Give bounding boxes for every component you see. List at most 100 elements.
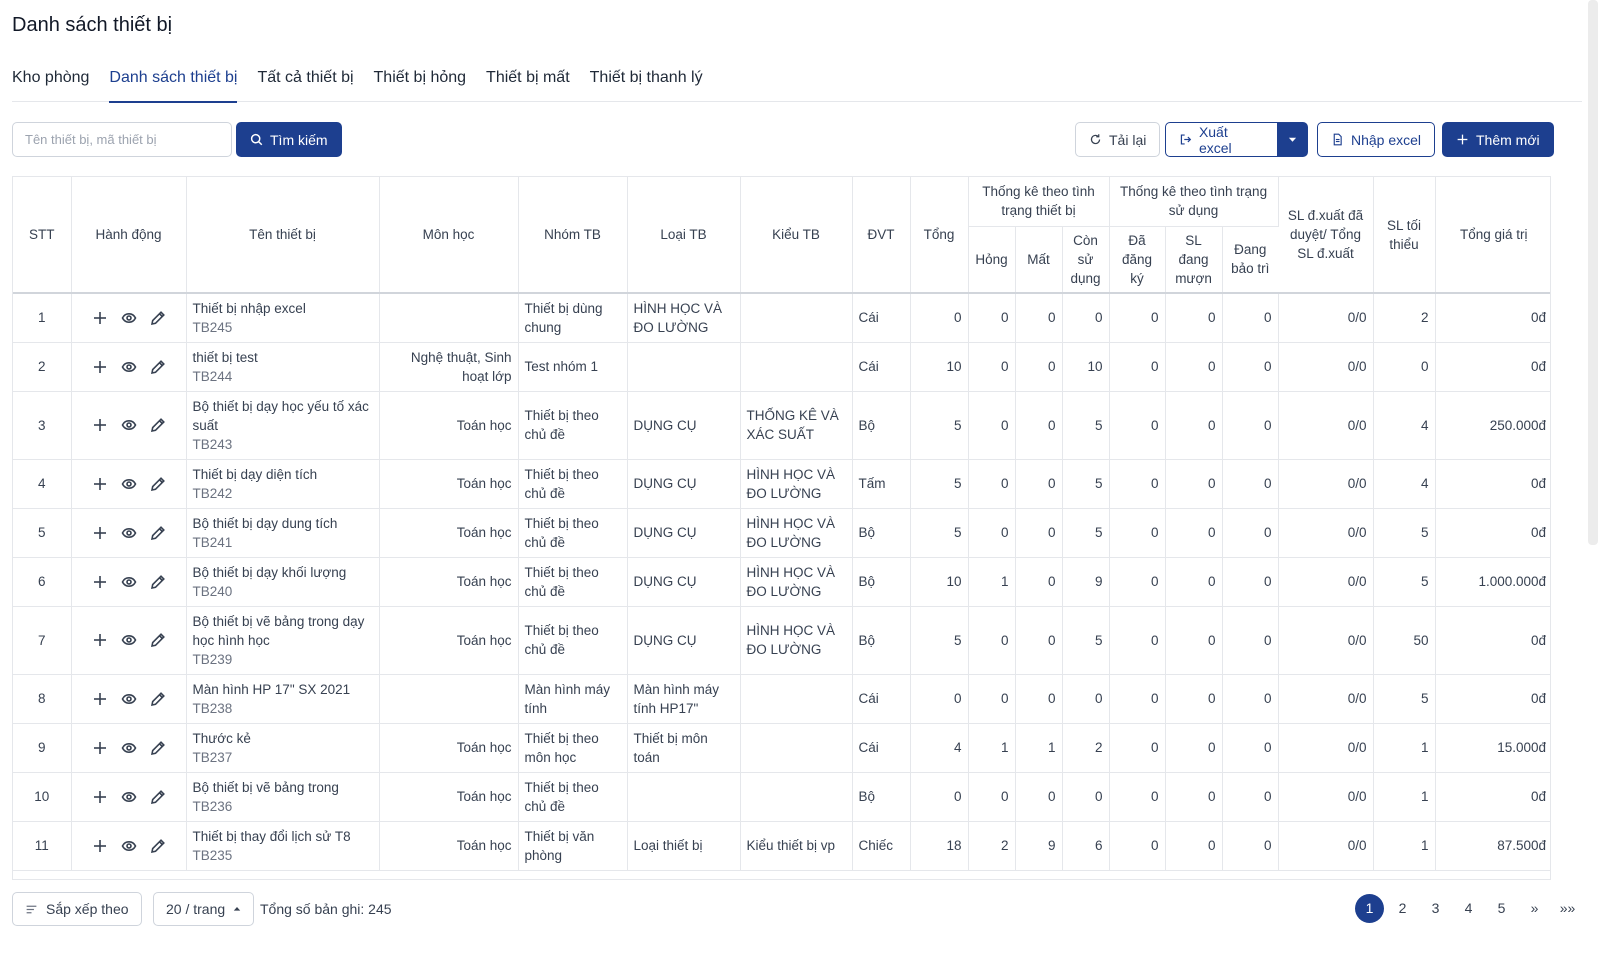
cell-type: Loại thiết bị: [627, 821, 741, 871]
cell-total: 5: [910, 606, 969, 675]
cell-borrowed: 0: [1165, 723, 1223, 773]
equipment-code: TB238: [192, 700, 233, 716]
cell-borrowed: 0: [1165, 557, 1223, 607]
sort-button[interactable]: Sắp xếp theo: [12, 892, 142, 926]
add-row-icon[interactable]: [91, 632, 108, 649]
tab-1[interactable]: Kho phòng: [12, 66, 99, 102]
view-icon[interactable]: [120, 475, 137, 492]
edit-icon[interactable]: [149, 475, 166, 492]
cell-usable: 5: [1062, 606, 1110, 675]
view-icon[interactable]: [120, 788, 137, 805]
cell-usable: 9: [1062, 557, 1110, 607]
tab-2[interactable]: Danh sách thiết bị: [99, 66, 247, 103]
cell-group: Thiết bị theo chủ đề: [518, 772, 628, 822]
page-2[interactable]: 2: [1388, 894, 1417, 923]
cell-actions: [71, 508, 187, 558]
cell-export-ratio: 0/0: [1278, 342, 1374, 392]
view-icon[interactable]: [120, 573, 137, 590]
view-icon[interactable]: [120, 524, 137, 541]
cell-style: HÌNH HỌC VÀ ĐO LƯỜNG: [740, 606, 853, 675]
cell-group: Thiết bị theo môn học: [518, 723, 628, 773]
add-row-icon[interactable]: [91, 358, 108, 375]
tab-6[interactable]: Thiết bị thanh lý: [580, 66, 713, 102]
page-5[interactable]: 5: [1487, 894, 1516, 923]
page-3[interactable]: 3: [1421, 894, 1450, 923]
page-4[interactable]: 4: [1454, 894, 1483, 923]
edit-icon[interactable]: [149, 309, 166, 326]
add-row-icon[interactable]: [91, 475, 108, 492]
export-dropdown-button[interactable]: [1277, 122, 1308, 157]
header-subject: Môn học: [379, 177, 519, 294]
add-row-icon[interactable]: [91, 837, 108, 854]
cell-export-ratio: 0/0: [1278, 557, 1374, 607]
add-row-icon[interactable]: [91, 690, 108, 707]
cell-total-value: 0đ: [1435, 606, 1550, 675]
next-page-button[interactable]: »: [1520, 894, 1549, 923]
view-icon[interactable]: [120, 690, 137, 707]
view-icon[interactable]: [120, 837, 137, 854]
edit-icon[interactable]: [149, 690, 166, 707]
view-icon[interactable]: [120, 309, 137, 326]
header-total: Tổng: [910, 177, 969, 294]
export-excel-button[interactable]: Xuất excel: [1165, 122, 1278, 157]
cell-total: 0: [910, 293, 969, 343]
cell-actions: [71, 459, 187, 509]
import-excel-button[interactable]: Nhập excel: [1317, 122, 1436, 157]
page-title: Danh sách thiết bị: [12, 14, 173, 36]
view-icon[interactable]: [120, 417, 137, 434]
equipment-code: TB239: [192, 651, 233, 667]
search-button[interactable]: Tìm kiếm: [236, 122, 342, 157]
cell-maintenance: 0: [1222, 606, 1279, 675]
search-button-label: Tìm kiếm: [270, 131, 328, 148]
cell-total: 10: [910, 342, 969, 392]
edit-icon[interactable]: [149, 417, 166, 434]
tab-bar: Kho phòng Danh sách thiết bị Tất cả thiết …: [12, 66, 1582, 103]
cell-total-value: 0đ: [1435, 459, 1550, 509]
add-row-icon[interactable]: [91, 309, 108, 326]
cell-registered: 0: [1109, 723, 1166, 773]
cell-name: Thiết bị dạy diện tích TB242: [186, 459, 380, 509]
edit-icon[interactable]: [149, 524, 166, 541]
header-stt: STT: [13, 177, 72, 294]
edit-icon[interactable]: [149, 358, 166, 375]
cell-stt: 9: [13, 723, 72, 773]
cell-actions: [71, 342, 187, 392]
tab-3[interactable]: Tất cả thiết bị: [247, 66, 363, 102]
view-icon[interactable]: [120, 739, 137, 756]
cell-group: Màn hình máy tính: [518, 674, 628, 724]
header-usage-group: Thống kê theo tình trạng sử dụng: [1109, 177, 1279, 227]
add-row-icon[interactable]: [91, 739, 108, 756]
tab-5[interactable]: Thiết bị mất: [476, 66, 580, 102]
cell-usable: 0: [1062, 772, 1110, 822]
vertical-scrollbar[interactable]: [1588, 0, 1598, 545]
page-1[interactable]: 1: [1355, 894, 1384, 923]
equipment-code: TB242: [192, 485, 233, 501]
edit-icon[interactable]: [149, 788, 166, 805]
cell-registered: 0: [1109, 557, 1166, 607]
cell-usable: 0: [1062, 293, 1110, 343]
cell-registered: 0: [1109, 508, 1166, 558]
caret-up-icon: [233, 907, 241, 911]
edit-icon[interactable]: [149, 632, 166, 649]
cell-total-value: 0đ: [1435, 293, 1550, 343]
last-page-button[interactable]: »»: [1553, 894, 1582, 923]
cell-style: THỐNG KÊ VÀ XÁC SUẤT: [740, 391, 853, 460]
add-row-icon[interactable]: [91, 788, 108, 805]
edit-icon[interactable]: [149, 837, 166, 854]
page-size-select[interactable]: 20 / trang: [153, 892, 255, 926]
toolbar: Tìm kiếm Tải lại Xuất excel Nhập excel T…: [12, 122, 1582, 158]
add-row-icon[interactable]: [91, 573, 108, 590]
cell-total-value: 0đ: [1435, 772, 1550, 822]
reload-button[interactable]: Tải lại: [1075, 122, 1161, 157]
view-icon[interactable]: [120, 632, 137, 649]
import-excel-label: Nhập excel: [1351, 131, 1422, 148]
add-row-icon[interactable]: [91, 524, 108, 541]
view-icon[interactable]: [120, 358, 137, 375]
edit-icon[interactable]: [149, 573, 166, 590]
search-input[interactable]: [12, 122, 232, 157]
add-row-icon[interactable]: [91, 417, 108, 434]
tab-4[interactable]: Thiết bị hỏng: [364, 66, 477, 102]
edit-icon[interactable]: [149, 739, 166, 756]
cell-borrowed: 0: [1165, 772, 1223, 822]
add-new-button[interactable]: Thêm mới: [1442, 122, 1554, 157]
